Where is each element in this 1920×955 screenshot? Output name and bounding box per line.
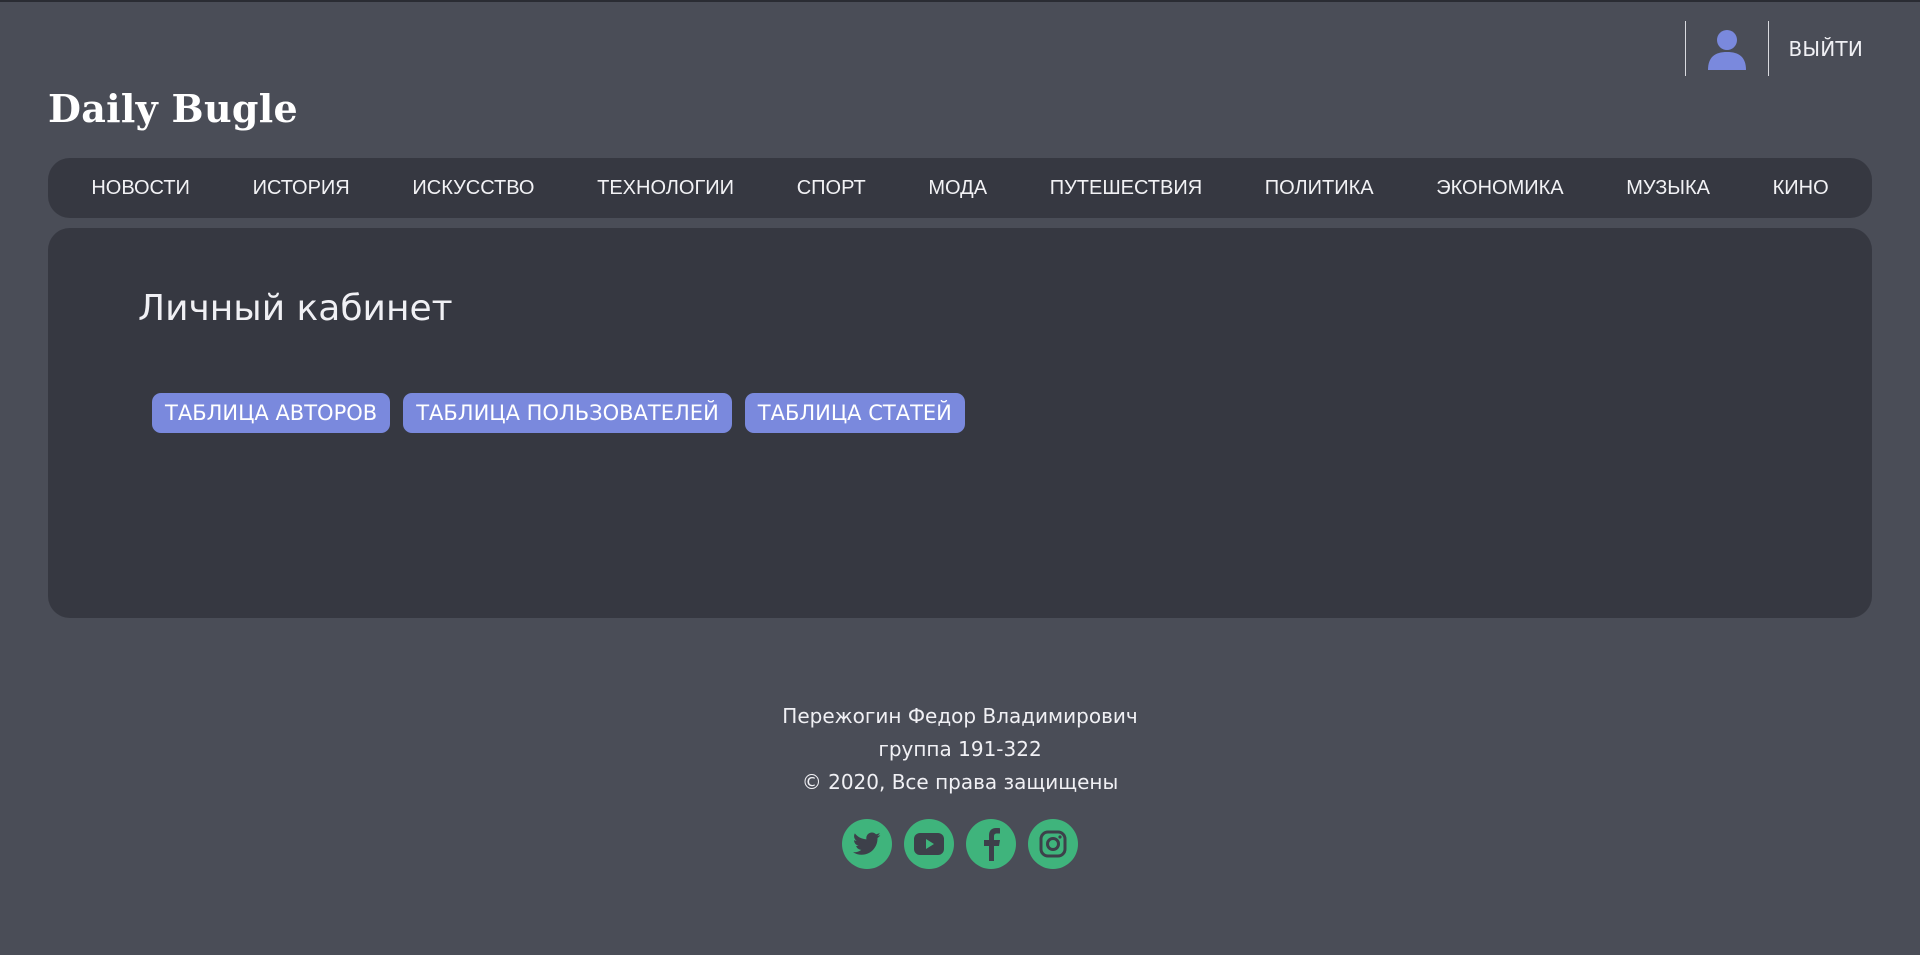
nav-item-music[interactable]: МУЗЫКА (1626, 177, 1710, 200)
users-table-button[interactable]: ТАБЛИЦА ПОЛЬЗОВАТЕЛЕЙ (403, 393, 732, 433)
nav-item-politics[interactable]: ПОЛИТИКА (1265, 177, 1374, 200)
twitter-icon (853, 832, 881, 855)
nav-item-news[interactable]: НОВОСТИ (91, 177, 190, 200)
nav-item-economy[interactable]: ЭКОНОМИКА (1436, 177, 1563, 200)
footer: Пережогин Федор Владимирович группа 191-… (0, 700, 1920, 869)
nav-item-technology[interactable]: ТЕХНОЛОГИИ (597, 177, 734, 200)
footer-author: Пережогин Федор Владимирович (782, 704, 1138, 728)
table-buttons: ТАБЛИЦА АВТОРОВ ТАБЛИЦА ПОЛЬЗОВАТЕЛЕЙ ТА… (152, 393, 965, 433)
youtube-link[interactable] (904, 819, 954, 869)
footer-group: группа 191-322 (878, 737, 1042, 761)
user-area: ВЫЙТИ (1685, 21, 1863, 76)
nav-item-cinema[interactable]: КИНО (1773, 177, 1829, 200)
account-panel: Личный кабинет ТАБЛИЦА АВТОРОВ ТАБЛИЦА П… (48, 228, 1872, 618)
profile-button[interactable] (1686, 21, 1768, 76)
main-nav: НОВОСТИ ИСТОРИЯ ИСКУССТВО ТЕХНОЛОГИИ СПО… (48, 158, 1872, 218)
twitter-link[interactable] (842, 819, 892, 869)
nav-item-art[interactable]: ИСКУССТВО (412, 177, 534, 200)
youtube-icon (914, 833, 944, 855)
logout-link[interactable]: ВЫЙТИ (1769, 37, 1863, 61)
nav-item-travel[interactable]: ПУТЕШЕСТВИЯ (1050, 177, 1202, 200)
authors-table-button[interactable]: ТАБЛИЦА АВТОРОВ (152, 393, 391, 433)
instagram-link[interactable] (1028, 819, 1078, 869)
facebook-icon (984, 828, 1000, 861)
page-title: Личный кабинет (138, 288, 453, 329)
site-logo[interactable]: Daily Bugle (48, 86, 298, 131)
instagram-icon (1039, 830, 1067, 858)
nav-item-sport[interactable]: СПОРТ (797, 177, 866, 200)
user-icon (1708, 29, 1747, 70)
social-links (0, 819, 1920, 869)
facebook-link[interactable] (966, 819, 1016, 869)
footer-copyright: © 2020, Все права защищены (801, 770, 1119, 794)
nav-item-history[interactable]: ИСТОРИЯ (253, 177, 350, 200)
articles-table-button[interactable]: ТАБЛИЦА СТАТЕЙ (744, 393, 965, 433)
top-border (0, 0, 1920, 2)
nav-item-fashion[interactable]: МОДА (928, 177, 987, 200)
